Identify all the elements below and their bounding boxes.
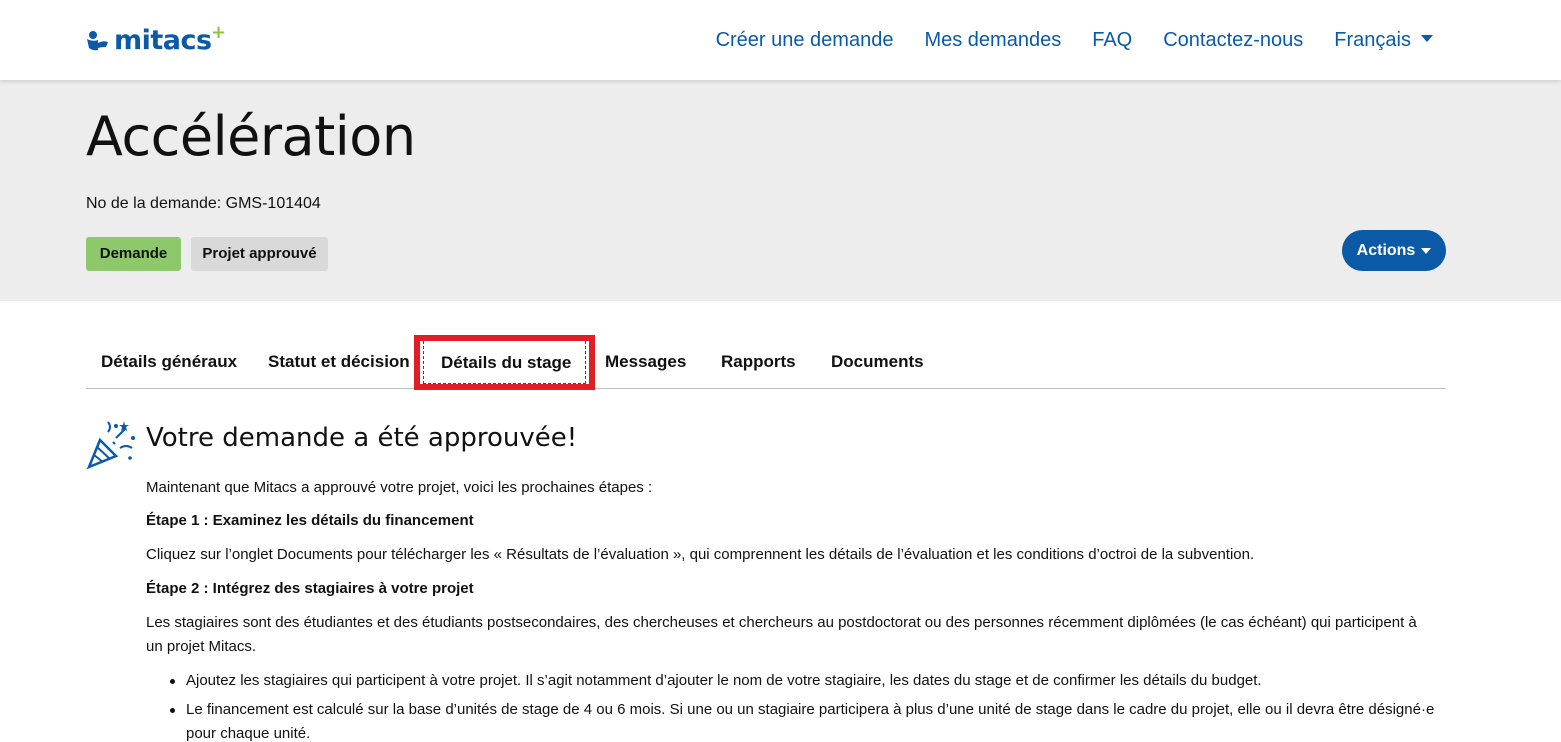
intro-text: Maintenant que Mitacs a approuvé votre p… <box>146 479 653 496</box>
party-popper-icon <box>86 421 135 470</box>
request-number: No de la demande: GMS-101404 <box>86 195 321 212</box>
language-selector[interactable]: Français <box>1334 27 1433 53</box>
approval-heading: Votre demande a été approuvée! <box>146 423 578 453</box>
logo-wordmark: mitacs + <box>114 22 226 56</box>
nav-contact[interactable]: Contactez-nous <box>1163 27 1303 53</box>
step1-text: Cliquez sur l’onglet Documents pour télé… <box>146 546 1255 563</box>
step2-text-line1: Les stagiaires sont des étudiantes et de… <box>146 614 1417 631</box>
tab-reports[interactable]: Rapports <box>721 335 796 389</box>
status-badge-demande: Demande <box>86 237 181 271</box>
mitacs-logo-icon <box>87 31 108 51</box>
logo-plus-icon: + <box>211 22 226 43</box>
top-navigation-bar: mitacs + Créer une demande Mes demandes … <box>0 0 1561 80</box>
language-label: Français <box>1334 29 1411 51</box>
nav-my-requests[interactable]: Mes demandes <box>924 27 1061 53</box>
tab-internship-details-label: Détails du stage <box>423 341 586 384</box>
main-nav: Créer une demande Mes demandes FAQ Conta… <box>685 27 1433 53</box>
tab-general-details[interactable]: Détails généraux <box>101 335 237 389</box>
status-badge-projet-approuve: Projet approuvé <box>191 237 328 271</box>
nav-create-request[interactable]: Créer une demande <box>716 27 894 53</box>
page-title: Accélération <box>86 105 416 168</box>
tab-documents[interactable]: Documents <box>831 335 924 389</box>
actions-label: Actions <box>1356 241 1416 259</box>
list-item: Le financement est calculé sur la base d… <box>146 698 1446 742</box>
mitacs-logo[interactable]: mitacs + <box>86 22 226 56</box>
step2-text-line2: un projet Mitacs. <box>146 638 257 655</box>
list-item: Ajoutez les stagiaires qui participent à… <box>146 669 1446 693</box>
step2-bullet-list: Ajoutez les stagiaires qui participent à… <box>146 669 1446 742</box>
chevron-down-icon <box>1421 35 1433 43</box>
actions-button[interactable]: Actions <box>1342 230 1446 271</box>
tab-internship-details[interactable]: Détails du stage <box>414 335 595 390</box>
caret-down-icon <box>1421 247 1432 254</box>
nav-faq[interactable]: FAQ <box>1092 27 1132 53</box>
step1-heading: Étape 1 : Examinez les détails du financ… <box>146 512 474 529</box>
tab-bar: Détails généraux Statut et décision Déta… <box>86 335 1446 390</box>
step2-heading: Étape 2 : Intégrez des stagiaires à votr… <box>146 580 474 597</box>
tab-status-decision[interactable]: Statut et décision <box>268 335 410 389</box>
tab-messages[interactable]: Messages <box>605 335 686 389</box>
